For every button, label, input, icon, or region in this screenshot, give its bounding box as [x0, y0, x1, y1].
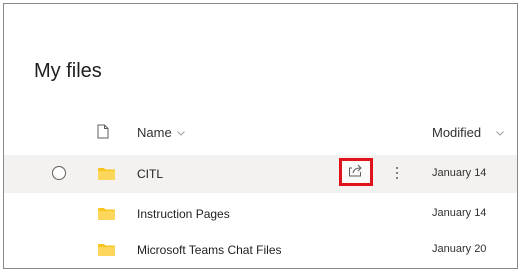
- file-name[interactable]: Instruction Pages: [137, 207, 230, 221]
- folder-icon: [98, 243, 115, 261]
- file-modified-date: January 14: [432, 207, 487, 219]
- folder-icon: [98, 207, 115, 225]
- share-icon: [348, 163, 364, 182]
- file-modified-date: January 20: [432, 243, 487, 255]
- file-name[interactable]: Microsoft Teams Chat Files: [137, 243, 282, 257]
- file-row-teams-chat-files[interactable]: Microsoft Teams Chat Files January 20: [4, 231, 517, 268]
- column-header-row: Name Modified: [4, 114, 517, 150]
- file-list-panel: My files Name Modified CITL January 14 I…: [3, 3, 518, 269]
- row-select-radio[interactable]: [52, 166, 66, 180]
- file-modified-date: January 14: [432, 167, 487, 179]
- file-row-citl[interactable]: CITL January 14: [4, 155, 517, 193]
- more-vertical-icon: [396, 167, 398, 169]
- column-header-modified[interactable]: Modified: [432, 125, 481, 140]
- file-name[interactable]: CITL: [137, 167, 163, 181]
- page-title: My files: [34, 60, 102, 82]
- chevron-down-icon[interactable]: [495, 125, 505, 143]
- more-options-button[interactable]: [391, 163, 403, 183]
- file-icon: [97, 124, 109, 144]
- column-header-name[interactable]: Name: [137, 125, 172, 140]
- chevron-down-icon[interactable]: [176, 125, 186, 143]
- folder-icon: [98, 167, 115, 185]
- file-row-instruction-pages[interactable]: Instruction Pages January 14: [4, 195, 517, 233]
- share-button[interactable]: [339, 158, 373, 186]
